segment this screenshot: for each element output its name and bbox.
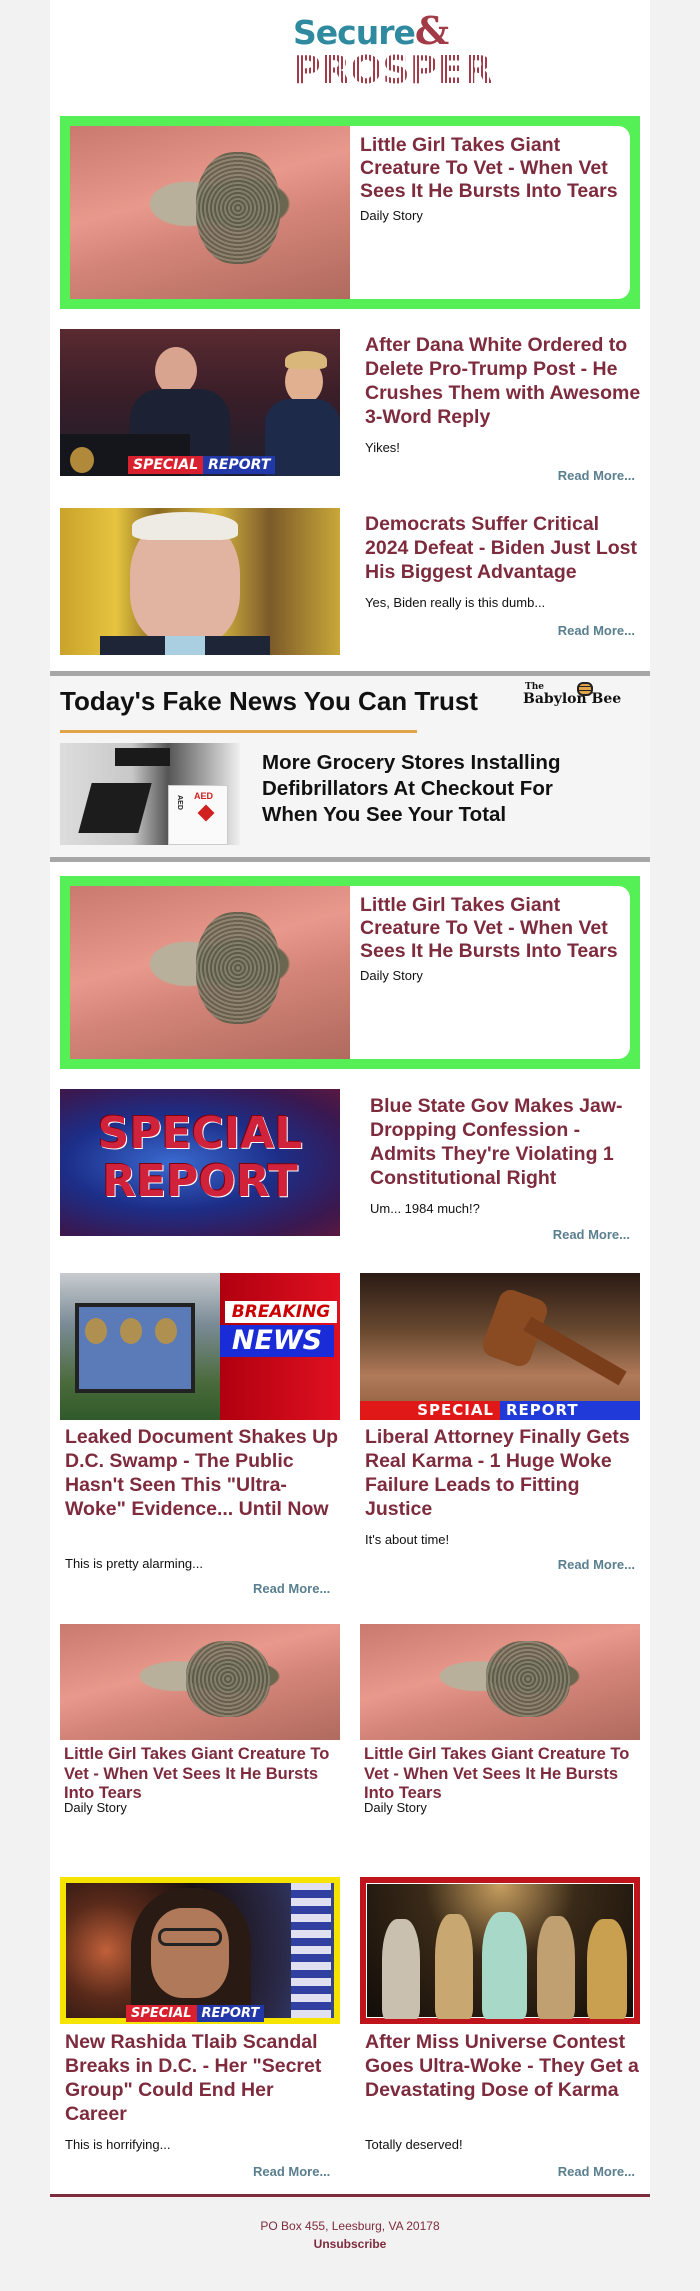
logo-secure: Secure: [293, 13, 416, 52]
story-image-insect[interactable]: [60, 1624, 340, 1740]
story-teaser: Yes, Biden really is this dumb...: [365, 595, 546, 610]
breaking-badge: BREAKING: [225, 1301, 337, 1323]
read-more-link[interactable]: Read More...: [253, 1581, 330, 1596]
special-report-badge: SPECIAL REPORT: [360, 1401, 640, 1420]
promo-title[interactable]: Little Girl Takes Giant Creature To Vet …: [360, 134, 625, 203]
read-more-link[interactable]: Read More...: [553, 1227, 630, 1242]
news-badge: NEWS: [220, 1325, 334, 1357]
promo-image[interactable]: [70, 886, 350, 1059]
story-image-tlaib[interactable]: SPECIAL REPORT: [60, 1877, 340, 2024]
promo-card-top[interactable]: Little Girl Takes Giant Creature To Vet …: [60, 116, 640, 309]
story-title[interactable]: After Dana White Ordered to Delete Pro-T…: [365, 333, 645, 429]
babylon-bee-section: Today's Fake News You Can Trust The Baby…: [50, 671, 650, 862]
story-teaser: Yikes!: [365, 440, 400, 455]
email-content: Secure& PROSPER Little Girl Takes Giant …: [50, 0, 650, 2197]
secure-prosper-logo[interactable]: Secure& PROSPER: [293, 12, 503, 91]
story-teaser: This is pretty alarming...: [65, 1556, 203, 1571]
read-more-link[interactable]: Read More...: [558, 468, 635, 483]
promo-image[interactable]: [70, 126, 350, 299]
story-title[interactable]: Little Girl Takes Giant Creature To Vet …: [364, 1745, 644, 1804]
story-title[interactable]: After Miss Universe Contest Goes Ultra-W…: [365, 2030, 645, 2102]
story-image-leaked-document[interactable]: BREAKING NEWS: [60, 1273, 340, 1420]
bee-story-title[interactable]: More Grocery Stores Installing Defibrill…: [262, 750, 592, 828]
bee-story-image[interactable]: AED AED: [60, 743, 240, 845]
story-teaser: Um... 1984 much!?: [370, 1201, 480, 1216]
story-image-gavel[interactable]: SPECIAL REPORT: [360, 1273, 640, 1420]
promo-title[interactable]: Little Girl Takes Giant Creature To Vet …: [360, 894, 625, 963]
story-teaser: This is horrifying...: [65, 2137, 171, 2152]
special-report-badge: SPECIAL REPORT: [126, 2005, 265, 2022]
heading-underline: [60, 730, 417, 733]
read-more-link[interactable]: Read More...: [558, 623, 635, 638]
read-more-link[interactable]: Read More...: [558, 2164, 635, 2179]
promo-source: Daily Story: [360, 968, 423, 983]
story-image-insect[interactable]: [360, 1624, 640, 1740]
story-image-special-report[interactable]: SPECIAL REPORT: [60, 1089, 340, 1236]
section-heading: Today's Fake News You Can Trust: [60, 686, 478, 716]
special-report-badge: SPECIAL REPORT: [128, 456, 276, 474]
story-teaser: Totally deserved!: [365, 2137, 463, 2152]
logo-prosper: PROSPER: [293, 50, 503, 90]
read-more-link[interactable]: Read More...: [253, 2164, 330, 2179]
promo-source: Daily Story: [360, 208, 423, 223]
story-source: Daily Story: [364, 1800, 427, 1815]
bee-icon: [577, 682, 593, 696]
babylon-bee-logo[interactable]: The Babylon Bee: [523, 682, 633, 707]
story-title[interactable]: Democrats Suffer Critical 2024 Defeat - …: [365, 512, 645, 584]
footer-address: PO Box 455, Leesburg, VA 20178: [260, 2219, 440, 2233]
promo-card-mid[interactable]: Little Girl Takes Giant Creature To Vet …: [60, 876, 640, 1069]
story-title[interactable]: Leaked Document Shakes Up D.C. Swamp - T…: [65, 1425, 340, 1521]
story-image-dana-white[interactable]: SPECIAL REPORT: [60, 329, 340, 476]
story-title[interactable]: Liberal Attorney Finally Gets Real Karma…: [365, 1425, 640, 1521]
story-title[interactable]: Blue State Gov Makes Jaw-Dropping Confes…: [370, 1094, 640, 1190]
unsubscribe-link[interactable]: Unsubscribe: [0, 2237, 700, 2251]
logo-ampersand: &: [414, 8, 449, 53]
footer-divider: [50, 2194, 650, 2197]
story-source: Daily Story: [64, 1800, 127, 1815]
story-title[interactable]: New Rashida Tlaib Scandal Breaks in D.C.…: [65, 2030, 340, 2126]
story-image-biden[interactable]: [60, 508, 340, 655]
read-more-link[interactable]: Read More...: [558, 1557, 635, 1572]
story-title[interactable]: Little Girl Takes Giant Creature To Vet …: [64, 1745, 344, 1804]
story-teaser: It's about time!: [365, 1532, 450, 1547]
story-image-miss-universe[interactable]: [360, 1877, 640, 2024]
